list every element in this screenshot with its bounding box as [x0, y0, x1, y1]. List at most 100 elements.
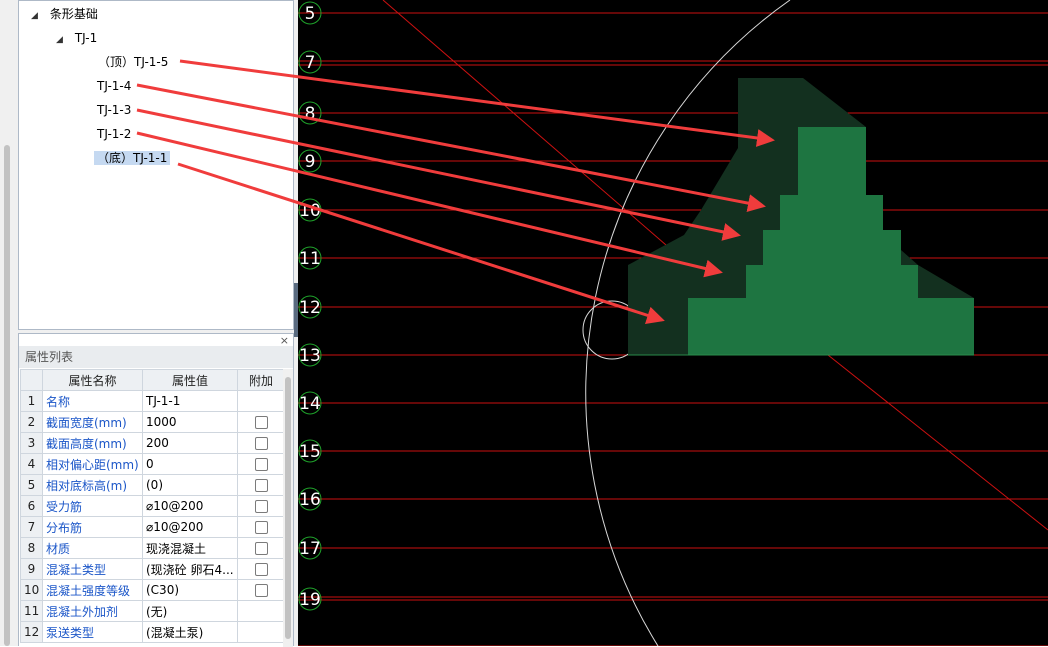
- row-index: 10: [20, 579, 43, 601]
- property-value[interactable]: 现浇混凝土: [142, 537, 238, 559]
- extra-cell: [237, 432, 285, 454]
- tree-node-group[interactable]: ◢ TJ-1: [56, 28, 100, 48]
- scrollbar-thumb[interactable]: [4, 145, 10, 646]
- column-header-index: [20, 369, 43, 391]
- extra-checkbox[interactable]: [254, 458, 268, 471]
- axis-label-bubble[interactable]: 12: [298, 295, 322, 319]
- axis-label-bubble[interactable]: 11: [298, 246, 322, 270]
- table-row[interactable]: 10 混凝土强度等级 (C30): [20, 579, 285, 601]
- axis-label: 15: [299, 442, 321, 462]
- table-header-row: 属性名称 属性值 附加: [20, 369, 285, 391]
- tree-node-label: 条形基础: [49, 7, 98, 21]
- tree-node-root[interactable]: ◢ 条形基础: [31, 4, 101, 24]
- property-value[interactable]: (混凝土泵): [142, 621, 238, 643]
- property-name: 名称: [42, 390, 143, 412]
- axis-label: 19: [299, 590, 321, 610]
- table-row[interactable]: 3 截面高度(mm) 200: [20, 432, 285, 454]
- row-index: 3: [20, 432, 43, 454]
- extra-checkbox[interactable]: [254, 479, 268, 492]
- property-value[interactable]: 0: [142, 453, 238, 475]
- strip-foundation-section[interactable]: [628, 78, 974, 356]
- tree-node-label: （底）TJ-1-1: [94, 151, 171, 165]
- axis-label: 5: [305, 4, 316, 24]
- collapse-triangle-icon[interactable]: ◢: [56, 30, 68, 50]
- canvas-drawing[interactable]: 5 7 8 9 10 11 12 13 14 15 16 17 19: [298, 0, 1048, 646]
- column-header-value: 属性值: [142, 369, 238, 391]
- property-value[interactable]: ⌀10@200: [142, 495, 238, 517]
- extra-cell: [237, 474, 285, 496]
- property-value[interactable]: (0): [142, 474, 238, 496]
- table-row[interactable]: 12 泵送类型 (混凝土泵): [20, 621, 285, 643]
- drawing-canvas[interactable]: 5 7 8 9 10 11 12 13 14 15 16 17 19: [298, 0, 1048, 646]
- property-value[interactable]: (无): [142, 600, 238, 622]
- extra-cell: [237, 516, 285, 538]
- extra-cell: [237, 600, 285, 622]
- extra-checkbox[interactable]: [254, 416, 268, 429]
- table-row[interactable]: 5 相对底标高(m) (0): [20, 474, 285, 496]
- tree-node-layer[interactable]: TJ-1-3: [94, 100, 134, 120]
- tree-node-layer[interactable]: TJ-1-2: [94, 124, 134, 144]
- axis-label: 12: [299, 298, 321, 318]
- table-row[interactable]: 8 材质 现浇混凝土: [20, 537, 285, 559]
- row-index: 1: [20, 390, 43, 412]
- extra-checkbox[interactable]: [254, 500, 268, 513]
- property-name: 混凝土强度等级: [42, 579, 143, 601]
- axis-label: 7: [305, 53, 316, 73]
- axis-label-bubble[interactable]: 7: [298, 50, 322, 74]
- property-name: 相对偏心距(mm): [42, 453, 143, 475]
- table-row[interactable]: 6 受力筋 ⌀10@200: [20, 495, 285, 517]
- properties-table: 属性名称 属性值 附加 1 名称 TJ-1-1 2 截面宽度(mm) 1000 3 截面高度(…: [20, 369, 285, 643]
- property-name: 截面宽度(mm): [42, 411, 143, 433]
- property-name: 混凝土类型: [42, 558, 143, 580]
- tree-node-layer[interactable]: （顶）TJ-1-5: [95, 52, 171, 72]
- extra-checkbox[interactable]: [254, 563, 268, 576]
- axis-label-bubble[interactable]: 19: [298, 587, 322, 611]
- axis-label: 16: [299, 490, 321, 510]
- left-panel-scrollbar[interactable]: [0, 0, 14, 646]
- properties-scrollbar[interactable]: [283, 369, 293, 647]
- collapse-triangle-icon[interactable]: ◢: [31, 6, 43, 26]
- table-row[interactable]: 2 截面宽度(mm) 1000: [20, 411, 285, 433]
- row-index: 7: [20, 516, 43, 538]
- property-value[interactable]: TJ-1-1: [142, 390, 238, 412]
- table-row[interactable]: 1 名称 TJ-1-1: [20, 390, 285, 412]
- row-index: 4: [20, 453, 43, 475]
- axis-label-bubble[interactable]: 15: [298, 439, 322, 463]
- axis-label-bubble[interactable]: 17: [298, 536, 322, 560]
- extra-checkbox[interactable]: [254, 437, 268, 450]
- table-row[interactable]: 11 混凝土外加剂 (无): [20, 600, 285, 622]
- property-value[interactable]: (现浇砼 卵石4...: [142, 558, 238, 580]
- property-value[interactable]: 1000: [142, 411, 238, 433]
- extra-cell: [237, 411, 285, 433]
- properties-title: 属性列表: [19, 346, 293, 368]
- row-index: 11: [20, 600, 43, 622]
- property-value[interactable]: ⌀10@200: [142, 516, 238, 538]
- property-value[interactable]: 200: [142, 432, 238, 454]
- extra-checkbox[interactable]: [254, 521, 268, 534]
- extra-checkbox[interactable]: [254, 584, 268, 597]
- property-name: 分布筋: [42, 516, 143, 538]
- column-header-extra: 附加: [237, 369, 285, 391]
- axis-label-bubble[interactable]: 16: [298, 487, 322, 511]
- property-name: 材质: [42, 537, 143, 559]
- scrollbar-thumb[interactable]: [285, 377, 291, 639]
- table-row[interactable]: 7 分布筋 ⌀10@200: [20, 516, 285, 538]
- tree-node-label: TJ-1-4: [97, 79, 132, 93]
- row-index: 6: [20, 495, 43, 517]
- axis-label-bubble[interactable]: 10: [298, 198, 322, 222]
- extra-cell: [237, 621, 285, 643]
- property-value[interactable]: (C30): [142, 579, 238, 601]
- tree-node-label: （顶）TJ-1-5: [98, 55, 169, 69]
- tree-node-label: TJ-1-2: [97, 127, 132, 141]
- axis-label-bubble[interactable]: 14: [298, 391, 322, 415]
- axis-label-bubble[interactable]: 13: [298, 343, 322, 367]
- table-row[interactable]: 9 混凝土类型 (现浇砼 卵石4...: [20, 558, 285, 580]
- extra-cell: [237, 537, 285, 559]
- table-row[interactable]: 4 相对偏心距(mm) 0: [20, 453, 285, 475]
- tree-node-layer[interactable]: TJ-1-4: [94, 76, 134, 96]
- extra-checkbox[interactable]: [254, 542, 268, 555]
- extra-cell: [237, 390, 285, 412]
- row-index: 12: [20, 621, 43, 643]
- property-name: 相对底标高(m): [42, 474, 143, 496]
- tree-node-layer-selected[interactable]: （底）TJ-1-1: [94, 148, 171, 168]
